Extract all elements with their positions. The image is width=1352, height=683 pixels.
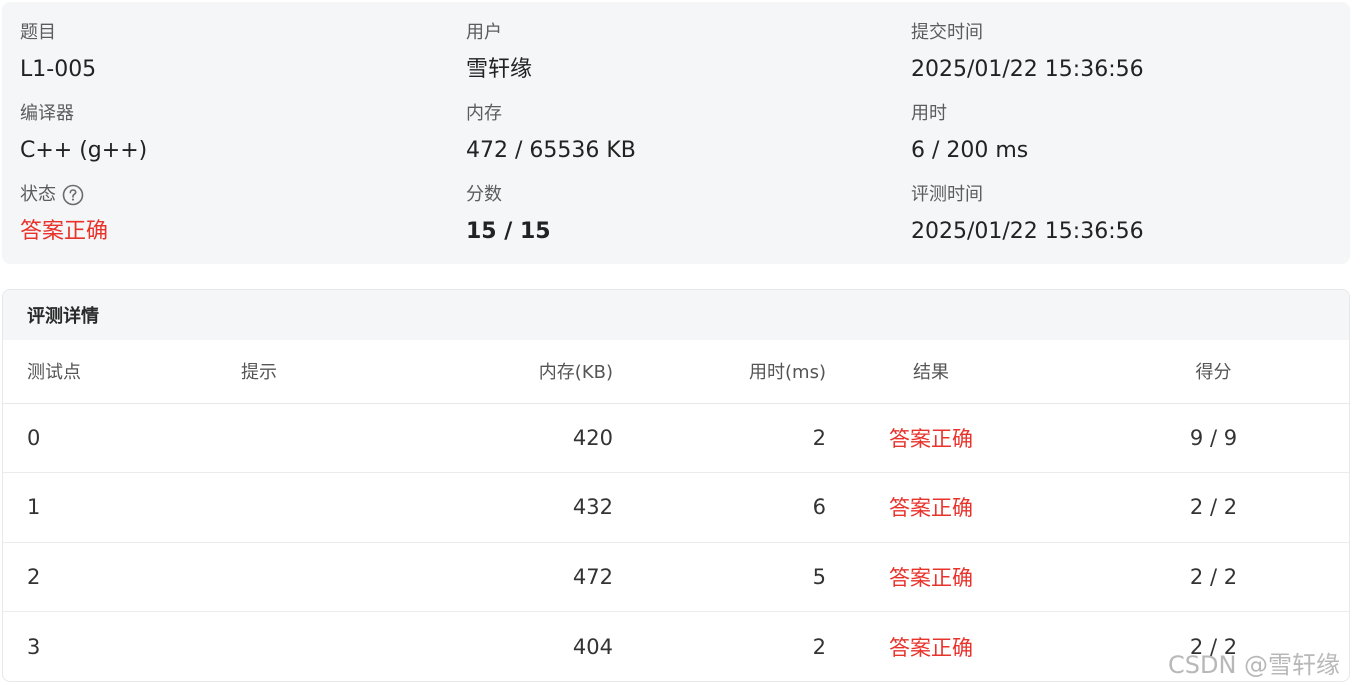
status-label-row: 状态 [20, 183, 108, 207]
table-header-row: 测试点 提示 内存(KB) 用时(ms) 结果 得分 [3, 340, 1349, 404]
problem-field: 题目 L1-005 [20, 21, 96, 85]
score-field: 分数 15 / 15 [466, 183, 551, 247]
memory-cell: 420 [435, 403, 613, 473]
score-cell: 9 / 9 [1086, 403, 1349, 473]
memory-label: 内存 [466, 103, 502, 124]
submit-time-label: 提交时间 [911, 22, 983, 43]
judge-detail-card: 评测详情 测试点 提示 内存(KB) 用时(ms) 结果 得分 0 420 2 答案正… [2, 289, 1350, 682]
submit-time-field: 提交时间 2025/01/22 15:36:56 [911, 21, 1144, 85]
hint-cell [215, 542, 435, 612]
time-used-label: 用时 [911, 103, 947, 124]
time-cell: 2 [613, 403, 826, 473]
test-point-cell: 1 [3, 472, 215, 543]
table-row: 0 420 2 答案正确 9 / 9 [3, 403, 1349, 473]
judge-detail-title: 评测详情 [3, 290, 1349, 340]
column-header-score: 得分 [1086, 340, 1349, 404]
table-row: 1 432 6 答案正确 2 / 2 [3, 472, 1349, 543]
judge-time-label: 评测时间 [911, 184, 983, 205]
memory-cell: 472 [435, 542, 613, 612]
judge-time-value: 2025/01/22 15:36:56 [911, 219, 1144, 244]
test-point-cell: 3 [27, 634, 41, 659]
compiler-label: 编译器 [20, 103, 74, 124]
column-header-hint: 提示 [215, 340, 435, 404]
column-header-time: 用时(ms) [613, 340, 826, 404]
time-used-field: 用时 6 / 200 ms [911, 102, 1028, 166]
problem-label: 题目 [20, 22, 56, 43]
result-cell: 答案正确 [889, 635, 973, 660]
memory-value: 472 / 65536 KB [466, 138, 636, 163]
user-label: 用户 [466, 22, 502, 43]
table-row: 3 404 2 答案正确 2 / 2 [3, 612, 1349, 682]
test-point-cell: 0 [3, 403, 215, 473]
hint-cell [215, 403, 435, 473]
column-header-point: 测试点 [3, 340, 215, 404]
question-circle-icon[interactable] [62, 184, 84, 206]
column-header-result: 结果 [826, 340, 1086, 404]
result-cell: 答案正确 [826, 403, 1086, 473]
memory-cell: 404 [572, 634, 613, 659]
score-label: 分数 [466, 184, 502, 205]
time-used-value: 6 / 200 ms [911, 138, 1029, 163]
score-cell: 2 / 2 [1189, 634, 1238, 659]
result-cell: 答案正确 [826, 542, 1086, 612]
hint-cell [215, 472, 435, 543]
column-header-memory: 内存(KB) [435, 340, 613, 404]
submit-time-value: 2025/01/22 15:36:56 [911, 57, 1144, 82]
user-field: 用户 雪轩缘 [466, 21, 532, 85]
time-cell: 5 [613, 542, 826, 612]
table-row: 2 472 5 答案正确 2 / 2 [3, 542, 1349, 612]
problem-value: L1-005 [20, 57, 97, 82]
status-label: 状态 [20, 184, 56, 205]
submission-summary: 题目 L1-005 编译器 C++ (g++) 状态 答案正确 用户 雪轩缘 内… [2, 2, 1350, 264]
compiler-value: C++ (g++) [20, 138, 148, 163]
time-cell: 6 [613, 472, 826, 543]
memory-field: 内存 472 / 65536 KB [466, 102, 636, 166]
user-value[interactable]: 雪轩缘 [466, 55, 532, 85]
result-cell: 答案正确 [826, 472, 1086, 543]
hint-cell [215, 612, 435, 682]
score-value: 15 / 15 [466, 219, 551, 244]
time-cell: 2 [812, 634, 826, 659]
score-cell: 2 / 2 [1086, 542, 1349, 612]
score-cell: 2 / 2 [1086, 472, 1349, 543]
status-field: 状态 答案正确 [20, 183, 108, 247]
test-case-table: 测试点 提示 内存(KB) 用时(ms) 结果 得分 0 420 2 答案正确 9 / … [3, 340, 1349, 682]
status-value: 答案正确 [20, 219, 109, 244]
judge-time-field: 评测时间 2025/01/22 15:36:56 [911, 183, 1144, 247]
memory-cell: 432 [435, 472, 613, 543]
compiler-field: 编译器 C++ (g++) [20, 102, 147, 166]
test-point-cell: 2 [3, 542, 215, 612]
